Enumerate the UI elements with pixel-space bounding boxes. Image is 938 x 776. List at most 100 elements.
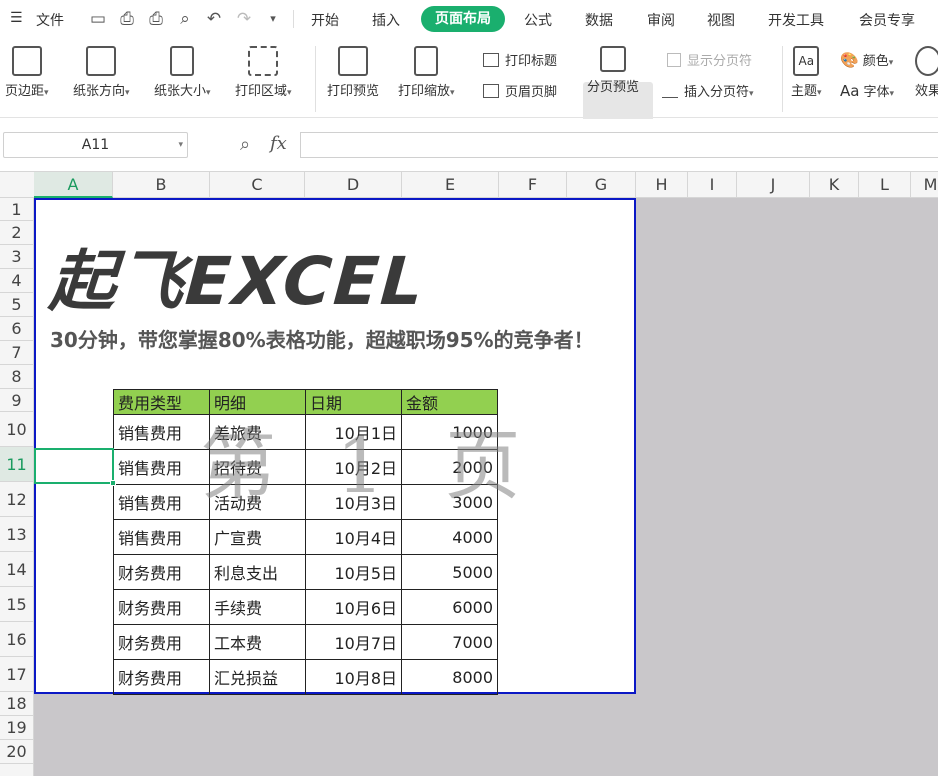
- tab-data[interactable]: 数据: [585, 10, 613, 30]
- table-cell[interactable]: 6000: [401, 589, 498, 625]
- print-area-button[interactable]: 打印区域▾: [235, 46, 292, 99]
- column-header-c[interactable]: C: [210, 172, 305, 198]
- column-header-h[interactable]: H: [636, 172, 688, 198]
- table-cell[interactable]: 销售费用: [113, 484, 210, 520]
- row-header-1[interactable]: 1: [0, 198, 33, 221]
- print-titles-button[interactable]: 打印标题: [483, 50, 557, 69]
- column-header-j[interactable]: J: [737, 172, 810, 198]
- table-cell[interactable]: 10月6日: [305, 589, 402, 625]
- column-header-a[interactable]: A: [34, 172, 113, 198]
- save-icon[interactable]: ▭: [87, 8, 109, 30]
- row-header-18[interactable]: 18: [0, 692, 33, 716]
- row-header-6[interactable]: 6: [0, 317, 33, 341]
- tab-review[interactable]: 审阅: [647, 10, 675, 30]
- column-header-l[interactable]: L: [859, 172, 911, 198]
- table-cell[interactable]: 10月4日: [305, 519, 402, 555]
- customize-toolbar-icon[interactable]: ▾: [262, 8, 284, 30]
- column-header-d[interactable]: D: [305, 172, 402, 198]
- column-header-g[interactable]: G: [567, 172, 636, 198]
- menu-file[interactable]: 文件: [36, 10, 64, 30]
- hamburger-icon[interactable]: ☰: [10, 10, 23, 26]
- paper-size-button[interactable]: 纸张大小▾: [154, 46, 211, 99]
- row-header-12[interactable]: 12: [0, 482, 33, 517]
- theme-button[interactable]: Aa 主题▾: [791, 46, 822, 99]
- row-header-16[interactable]: 16: [0, 622, 33, 657]
- table-cell[interactable]: 汇兑损益: [209, 659, 306, 695]
- page-break-preview-content[interactable]: 分页预览: [587, 46, 639, 95]
- row-header-7[interactable]: 7: [0, 341, 33, 365]
- tab-home[interactable]: 开始: [311, 10, 339, 30]
- table-cell[interactable]: 4000: [401, 519, 498, 555]
- row-header-5[interactable]: 5: [0, 293, 33, 317]
- fill-handle[interactable]: [110, 480, 116, 486]
- undo-icon[interactable]: ↶: [203, 8, 225, 30]
- ribbon: 页边距▾ 纸张方向▾ 纸张大小▾ 打印区域▾ 打印预览 打印缩放▾ 打印标题 页…: [0, 38, 938, 142]
- fonts-button[interactable]: Aa 字体▾: [840, 81, 894, 100]
- print-preview-icon[interactable]: ⌕: [174, 8, 196, 30]
- table-cell[interactable]: 工本费: [209, 624, 306, 660]
- table-cell[interactable]: 财务费用: [113, 554, 210, 590]
- insert-page-break-button[interactable]: 插入分页符▾: [662, 81, 754, 100]
- table-cell[interactable]: 销售费用: [113, 414, 210, 450]
- table-cell[interactable]: 5000: [401, 554, 498, 590]
- row-header-20[interactable]: 20: [0, 740, 33, 764]
- row-header-4[interactable]: 4: [0, 269, 33, 293]
- table-header-cell[interactable]: 费用类型: [113, 389, 210, 415]
- name-box[interactable]: A11 ▾: [3, 132, 188, 158]
- colors-button[interactable]: 🎨 颜色▾: [840, 50, 893, 69]
- table-cell[interactable]: 广宣费: [209, 519, 306, 555]
- row-header-13[interactable]: 13: [0, 517, 33, 552]
- table-cell[interactable]: 财务费用: [113, 659, 210, 695]
- column-header-k[interactable]: K: [810, 172, 859, 198]
- row-header-10[interactable]: 10: [0, 412, 33, 447]
- tab-view[interactable]: 视图: [707, 10, 735, 30]
- margins-button[interactable]: 页边距▾: [5, 46, 49, 99]
- table-cell[interactable]: 财务费用: [113, 589, 210, 625]
- table-cell[interactable]: 10月7日: [305, 624, 402, 660]
- row-header-19[interactable]: 19: [0, 716, 33, 740]
- column-header-f[interactable]: F: [499, 172, 567, 198]
- column-header-i[interactable]: I: [688, 172, 737, 198]
- table-cell[interactable]: 10月5日: [305, 554, 402, 590]
- tab-formulas[interactable]: 公式: [524, 10, 552, 30]
- tab-developer[interactable]: 开发工具: [768, 10, 824, 30]
- tab-page-layout[interactable]: 页面布局: [421, 6, 505, 32]
- row-header-9[interactable]: 9: [0, 389, 33, 412]
- column-header-b[interactable]: B: [113, 172, 210, 198]
- tab-insert[interactable]: 插入: [372, 10, 400, 30]
- orientation-button[interactable]: 纸张方向▾: [73, 46, 130, 99]
- table-cell[interactable]: 销售费用: [113, 519, 210, 555]
- column-header-m[interactable]: M: [911, 172, 938, 198]
- export-pdf-icon[interactable]: ⎙: [116, 8, 138, 30]
- header-footer-button[interactable]: 页眉页脚: [483, 81, 557, 100]
- selected-cell-a11[interactable]: [34, 448, 116, 486]
- row-header-8[interactable]: 8: [0, 365, 33, 389]
- table-cell[interactable]: 8000: [401, 659, 498, 695]
- row-header-17[interactable]: 17: [0, 657, 33, 692]
- row-header-2[interactable]: 2: [0, 221, 33, 245]
- table-cell[interactable]: 10月8日: [305, 659, 402, 695]
- redo-icon[interactable]: ↷: [233, 8, 255, 30]
- row-header-11[interactable]: 11: [0, 447, 33, 482]
- table-cell[interactable]: 销售费用: [113, 449, 210, 485]
- table-row: 财务费用 手续费 10月6日 6000: [113, 589, 498, 625]
- table-cell[interactable]: 财务费用: [113, 624, 210, 660]
- zoom-icon[interactable]: ⌕: [240, 134, 250, 155]
- print-preview-button[interactable]: 打印预览: [327, 46, 379, 99]
- row-header-14[interactable]: 14: [0, 552, 33, 587]
- formula-input[interactable]: [300, 132, 938, 158]
- effects-button[interactable]: 效果: [915, 46, 938, 99]
- print-icon[interactable]: ⎙: [145, 8, 167, 30]
- row-header-3[interactable]: 3: [0, 245, 33, 269]
- chevron-down-icon[interactable]: ▾: [178, 133, 183, 157]
- table-cell[interactable]: 7000: [401, 624, 498, 660]
- show-page-breaks-checkbox[interactable]: 显示分页符: [667, 50, 752, 69]
- column-header-e[interactable]: E: [402, 172, 499, 198]
- print-scale-button[interactable]: 打印缩放▾: [398, 46, 455, 99]
- row-header-15[interactable]: 15: [0, 587, 33, 622]
- fx-icon[interactable]: fx: [270, 133, 287, 154]
- tab-member[interactable]: 会员专享: [859, 10, 915, 30]
- table-cell[interactable]: 手续费: [209, 589, 306, 625]
- table-cell[interactable]: 利息支出: [209, 554, 306, 590]
- row-header-bar: 1 2 3 4 5 6 7 8 9 10 11 12 13 14 15 16 17 18 19 20: [0, 198, 34, 776]
